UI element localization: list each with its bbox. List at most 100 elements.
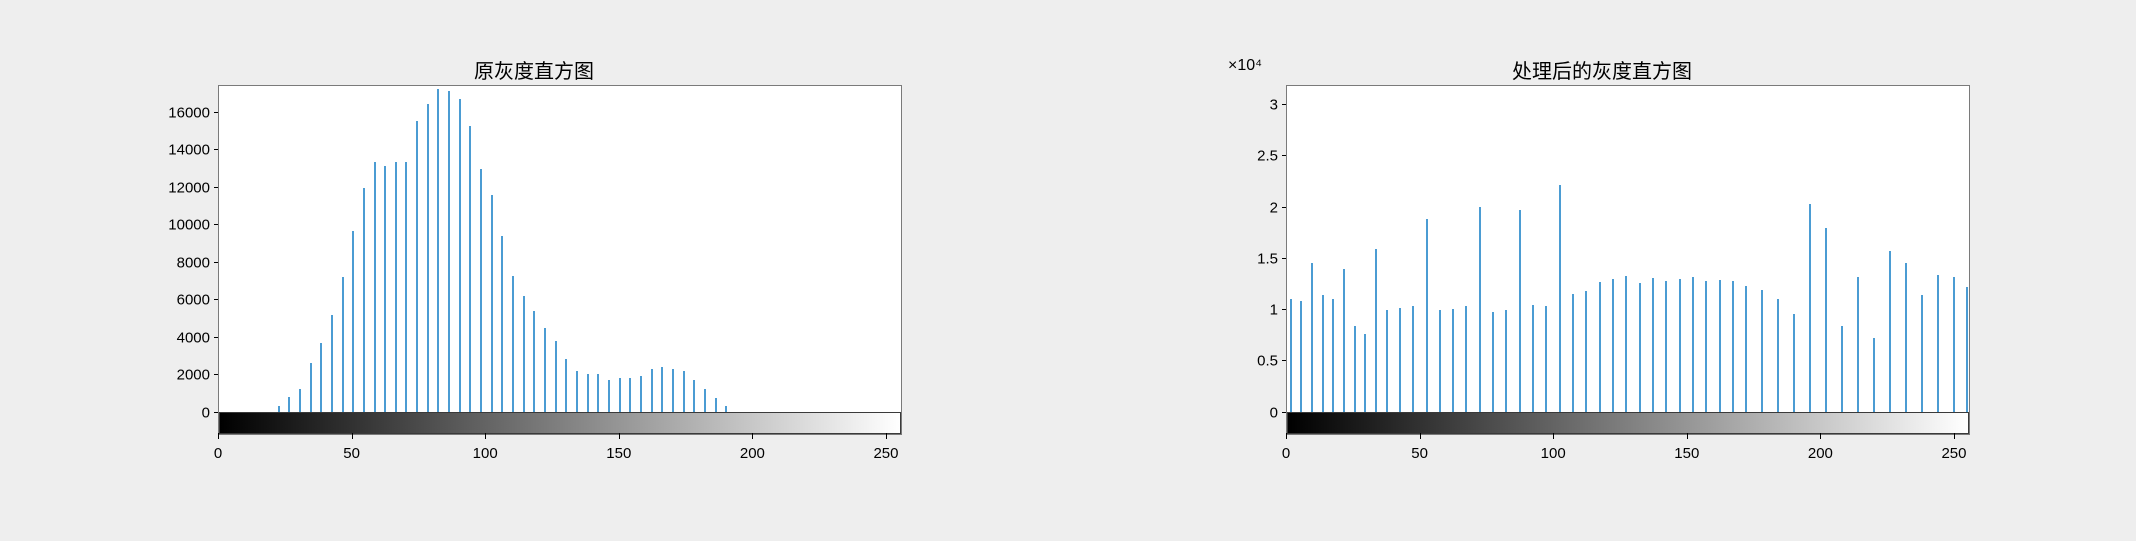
bar bbox=[565, 359, 567, 411]
bar bbox=[1921, 295, 1923, 411]
bar bbox=[1452, 309, 1454, 412]
bar bbox=[1311, 263, 1313, 412]
x-tick-label: 100 bbox=[1541, 445, 1566, 462]
bar bbox=[469, 126, 471, 411]
y-tick-label: 0.5 bbox=[1222, 353, 1278, 370]
x-tick-label: 0 bbox=[1282, 445, 1290, 462]
bar bbox=[1719, 280, 1721, 411]
bar bbox=[1505, 310, 1507, 412]
bar bbox=[299, 389, 301, 411]
bar bbox=[448, 91, 450, 411]
bar bbox=[587, 374, 589, 411]
x-tick-mark bbox=[352, 433, 353, 439]
bar bbox=[1679, 279, 1681, 411]
bar bbox=[1761, 290, 1763, 411]
x-tick-mark bbox=[1954, 433, 1955, 439]
bar bbox=[1937, 275, 1939, 412]
bar bbox=[1439, 310, 1441, 412]
bar bbox=[1745, 286, 1747, 411]
bar bbox=[1479, 207, 1481, 412]
bar bbox=[342, 277, 344, 411]
bar bbox=[1777, 299, 1779, 411]
y-tick-label: 0 bbox=[154, 404, 210, 421]
bar bbox=[1841, 326, 1843, 412]
bar bbox=[1905, 263, 1907, 412]
y-axis: 0200040006000800010000120001400016000 bbox=[154, 85, 214, 435]
x-tick-mark bbox=[1420, 433, 1421, 439]
x-tick-label: 250 bbox=[1941, 445, 1966, 462]
bar bbox=[501, 236, 503, 411]
bar bbox=[1354, 326, 1356, 412]
bar bbox=[459, 99, 461, 412]
bar bbox=[672, 369, 674, 412]
x-tick-label: 150 bbox=[1674, 445, 1699, 462]
bar bbox=[555, 341, 557, 412]
x-tick-mark bbox=[1687, 433, 1688, 439]
bar bbox=[523, 296, 525, 411]
x-tick-mark bbox=[218, 433, 219, 439]
bar bbox=[651, 369, 653, 412]
x-tick-mark bbox=[886, 433, 887, 439]
bar bbox=[1386, 310, 1388, 412]
bar bbox=[427, 104, 429, 411]
y-tick-label: 1.5 bbox=[1222, 250, 1278, 267]
bar bbox=[1559, 185, 1561, 411]
x-axis: 050100150200250 bbox=[218, 439, 902, 481]
bar bbox=[544, 328, 546, 412]
bar bbox=[395, 162, 397, 412]
y-tick-label: 16000 bbox=[154, 104, 210, 121]
bar bbox=[1300, 301, 1302, 411]
bar bbox=[1322, 295, 1324, 411]
bar bbox=[1364, 334, 1366, 411]
bar bbox=[1343, 269, 1345, 412]
y-tick-label: 12000 bbox=[154, 179, 210, 196]
bar bbox=[1809, 204, 1811, 412]
bar bbox=[1652, 278, 1654, 411]
chart-title: 原灰度直方图 bbox=[154, 55, 914, 84]
bar bbox=[405, 162, 407, 412]
bar bbox=[576, 371, 578, 412]
x-tick-mark bbox=[485, 433, 486, 439]
bar bbox=[1585, 291, 1587, 411]
x-tick-label: 200 bbox=[740, 445, 765, 462]
bar bbox=[533, 311, 535, 412]
y-tick-label: 2 bbox=[1222, 199, 1278, 216]
bar bbox=[331, 315, 333, 412]
bar bbox=[1426, 219, 1428, 412]
x-tick-mark bbox=[752, 433, 753, 439]
bar bbox=[683, 371, 685, 412]
bar bbox=[416, 121, 418, 412]
bar bbox=[1953, 277, 1955, 411]
bar bbox=[715, 398, 717, 411]
bar bbox=[704, 389, 706, 411]
bar bbox=[1665, 281, 1667, 411]
bar bbox=[374, 162, 376, 412]
bar bbox=[363, 188, 365, 412]
bar bbox=[1332, 299, 1334, 411]
bar bbox=[640, 376, 642, 411]
x-tick-label: 150 bbox=[606, 445, 631, 462]
bar bbox=[1612, 279, 1614, 411]
bar bbox=[1966, 287, 1968, 411]
x-tick-mark bbox=[1820, 433, 1821, 439]
bar bbox=[1889, 251, 1891, 412]
bar bbox=[1545, 306, 1547, 412]
bar bbox=[1375, 249, 1377, 412]
bar bbox=[1599, 282, 1601, 411]
bar bbox=[1639, 283, 1641, 411]
bar bbox=[1625, 276, 1627, 411]
bars bbox=[1287, 86, 1969, 412]
bar bbox=[629, 378, 631, 412]
figure: 原灰度直方图 020004000600080001000012000140001… bbox=[0, 0, 2136, 541]
plot-area bbox=[218, 85, 902, 435]
bar bbox=[491, 195, 493, 411]
bar bbox=[1692, 277, 1694, 411]
chart-title: 处理后的灰度直方图 bbox=[1222, 55, 1982, 84]
bar bbox=[437, 89, 439, 411]
x-tick-label: 200 bbox=[1808, 445, 1833, 462]
bar bbox=[1492, 312, 1494, 412]
y-exponent: ×10⁴ bbox=[1228, 57, 1262, 75]
bar bbox=[1519, 210, 1521, 412]
y-tick-label: 1 bbox=[1222, 302, 1278, 319]
bar bbox=[1532, 305, 1534, 412]
